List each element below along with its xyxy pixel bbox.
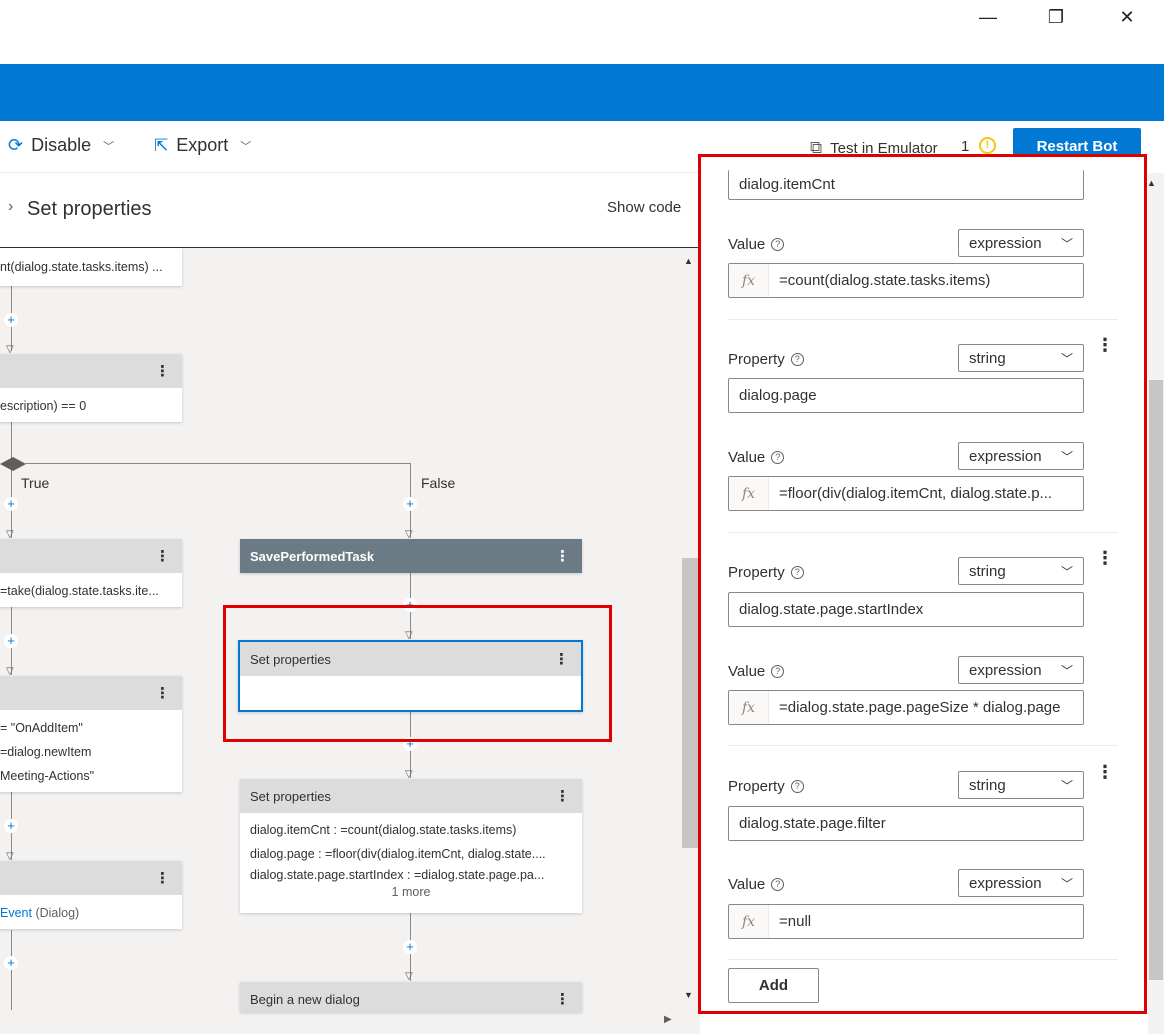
breadcrumb-current: Set properties — [27, 198, 152, 220]
node-text: escription) == 0 — [0, 399, 87, 413]
chevron-down-icon: ﹀ — [103, 140, 115, 153]
chevron-down-icon: ﹀ — [240, 140, 252, 153]
more-options-icon[interactable]: ⋮ — [555, 547, 570, 565]
branch-false-label: False — [421, 475, 456, 491]
node-line: dialog.page : =floor(div(dialog.itemCnt,… — [250, 847, 546, 861]
node-text-list: dialog.itemCnt : =count(dialog.state.tas… — [240, 813, 582, 906]
close-icon[interactable]: ✕ — [1092, 0, 1162, 34]
arrow-icon: ▽ — [405, 971, 413, 982]
node-line: dialog.state.page.startIndex : =dialog.s… — [250, 868, 545, 882]
add-node-icon[interactable]: + — [4, 819, 18, 833]
flow-node[interactable]: nt(dialog.state.tasks.items) ... — [0, 248, 182, 286]
set-properties-node[interactable]: Set properties ⋮ dialog.itemCnt : =count(… — [240, 779, 582, 913]
disable-button[interactable]: ⟳ Disable ﹀ — [8, 135, 114, 156]
node-header: Set properties ⋮ — [240, 779, 582, 813]
flow-node[interactable]: ⋮ Event (Dialog) — [0, 861, 182, 929]
export-label: Export — [176, 135, 229, 155]
node-text: Event (Dialog) — [0, 895, 182, 931]
notification-count[interactable]: 1 — [961, 138, 969, 155]
add-node-icon[interactable]: + — [403, 940, 417, 954]
node-text-list: = "OnAddItem" =dialog.newItem Meeting-Ac… — [0, 710, 182, 794]
scroll-up-icon[interactable]: ▲ — [684, 256, 693, 266]
more-options-icon[interactable]: ⋮ — [155, 547, 170, 565]
node-title: SavePerformedTask — [250, 548, 375, 564]
add-node-icon[interactable]: + — [4, 956, 18, 970]
add-node-icon[interactable]: + — [4, 497, 18, 511]
node-header: ⋮ — [0, 539, 182, 573]
more-options-icon[interactable]: ⋮ — [155, 684, 170, 702]
panel-scroll-thumb[interactable] — [1149, 380, 1163, 980]
disable-label: Disable — [31, 135, 92, 155]
connector-line — [11, 422, 12, 462]
disable-icon: ⟳ — [8, 135, 24, 155]
node-text: =take(dialog.state.tasks.ite... — [0, 584, 159, 598]
flow-node[interactable]: ⋮ =take(dialog.state.tasks.ite... — [0, 539, 182, 607]
node-line: =dialog.newItem — [0, 745, 92, 759]
branch-true-label: True — [21, 475, 50, 491]
node-header: ⋮ — [0, 676, 182, 710]
app-header-bar — [0, 64, 1164, 121]
event-suffix: (Dialog) — [31, 906, 80, 920]
node-line: dialog.itemCnt : =count(dialog.state.tas… — [250, 823, 517, 837]
scroll-right-icon[interactable]: ▶ — [664, 1014, 672, 1025]
export-icon: ⇱ — [154, 135, 169, 155]
flow-node-condition[interactable]: ⋮ escription) == 0 — [0, 354, 182, 422]
more-items-label[interactable]: 1 more — [250, 884, 572, 900]
node-title: Set properties — [250, 788, 331, 804]
add-node-icon[interactable]: + — [403, 497, 417, 511]
begin-dialog-node[interactable]: Begin a new dialog ⋮ — [240, 982, 582, 1012]
condition-diamond-icon — [0, 457, 26, 471]
highlight-box-panel — [698, 154, 1147, 1014]
scroll-down-icon[interactable]: ▼ — [684, 990, 693, 1000]
export-button[interactable]: ⇱ Export ﹀ — [154, 135, 251, 156]
add-node-icon[interactable]: + — [4, 634, 18, 648]
branch-line — [24, 463, 411, 464]
canvas-horizontal-scrollbar[interactable] — [0, 1012, 680, 1032]
node-header: Begin a new dialog ⋮ — [240, 982, 582, 1012]
connector-line — [11, 930, 12, 1010]
highlight-box-canvas — [223, 605, 612, 742]
show-code-button[interactable]: Show code — [607, 199, 681, 216]
more-options-icon[interactable]: ⋮ — [555, 990, 570, 1008]
flow-node[interactable]: ⋮ = "OnAddItem" =dialog.newItem Meeting-… — [0, 676, 182, 792]
warning-icon[interactable]: ! — [979, 137, 996, 154]
minimize-icon[interactable]: — — [953, 0, 1023, 34]
node-header: ⋮ — [0, 354, 182, 388]
more-options-icon[interactable]: ⋮ — [155, 869, 170, 887]
node-title: Begin a new dialog — [250, 991, 360, 1007]
add-node-icon[interactable]: + — [4, 313, 18, 327]
more-options-icon[interactable]: ⋮ — [555, 787, 570, 805]
node-line: = "OnAddItem" — [0, 721, 83, 735]
node-line: Meeting-Actions" — [0, 769, 95, 783]
breadcrumb-chevron-icon: › — [8, 198, 14, 215]
save-performed-task-node[interactable]: SavePerformedTask ⋮ — [240, 539, 582, 573]
canvas-scroll-thumb[interactable] — [682, 558, 698, 848]
restore-icon[interactable]: ❐ — [1021, 0, 1091, 34]
node-text: nt(dialog.state.tasks.items) ... — [0, 260, 163, 274]
scroll-up-icon[interactable]: ▲ — [1147, 178, 1156, 188]
node-header: ⋮ — [0, 861, 182, 895]
more-options-icon[interactable]: ⋮ — [155, 362, 170, 380]
node-header: SavePerformedTask ⋮ — [240, 539, 582, 573]
event-link[interactable]: Event — [0, 906, 32, 920]
